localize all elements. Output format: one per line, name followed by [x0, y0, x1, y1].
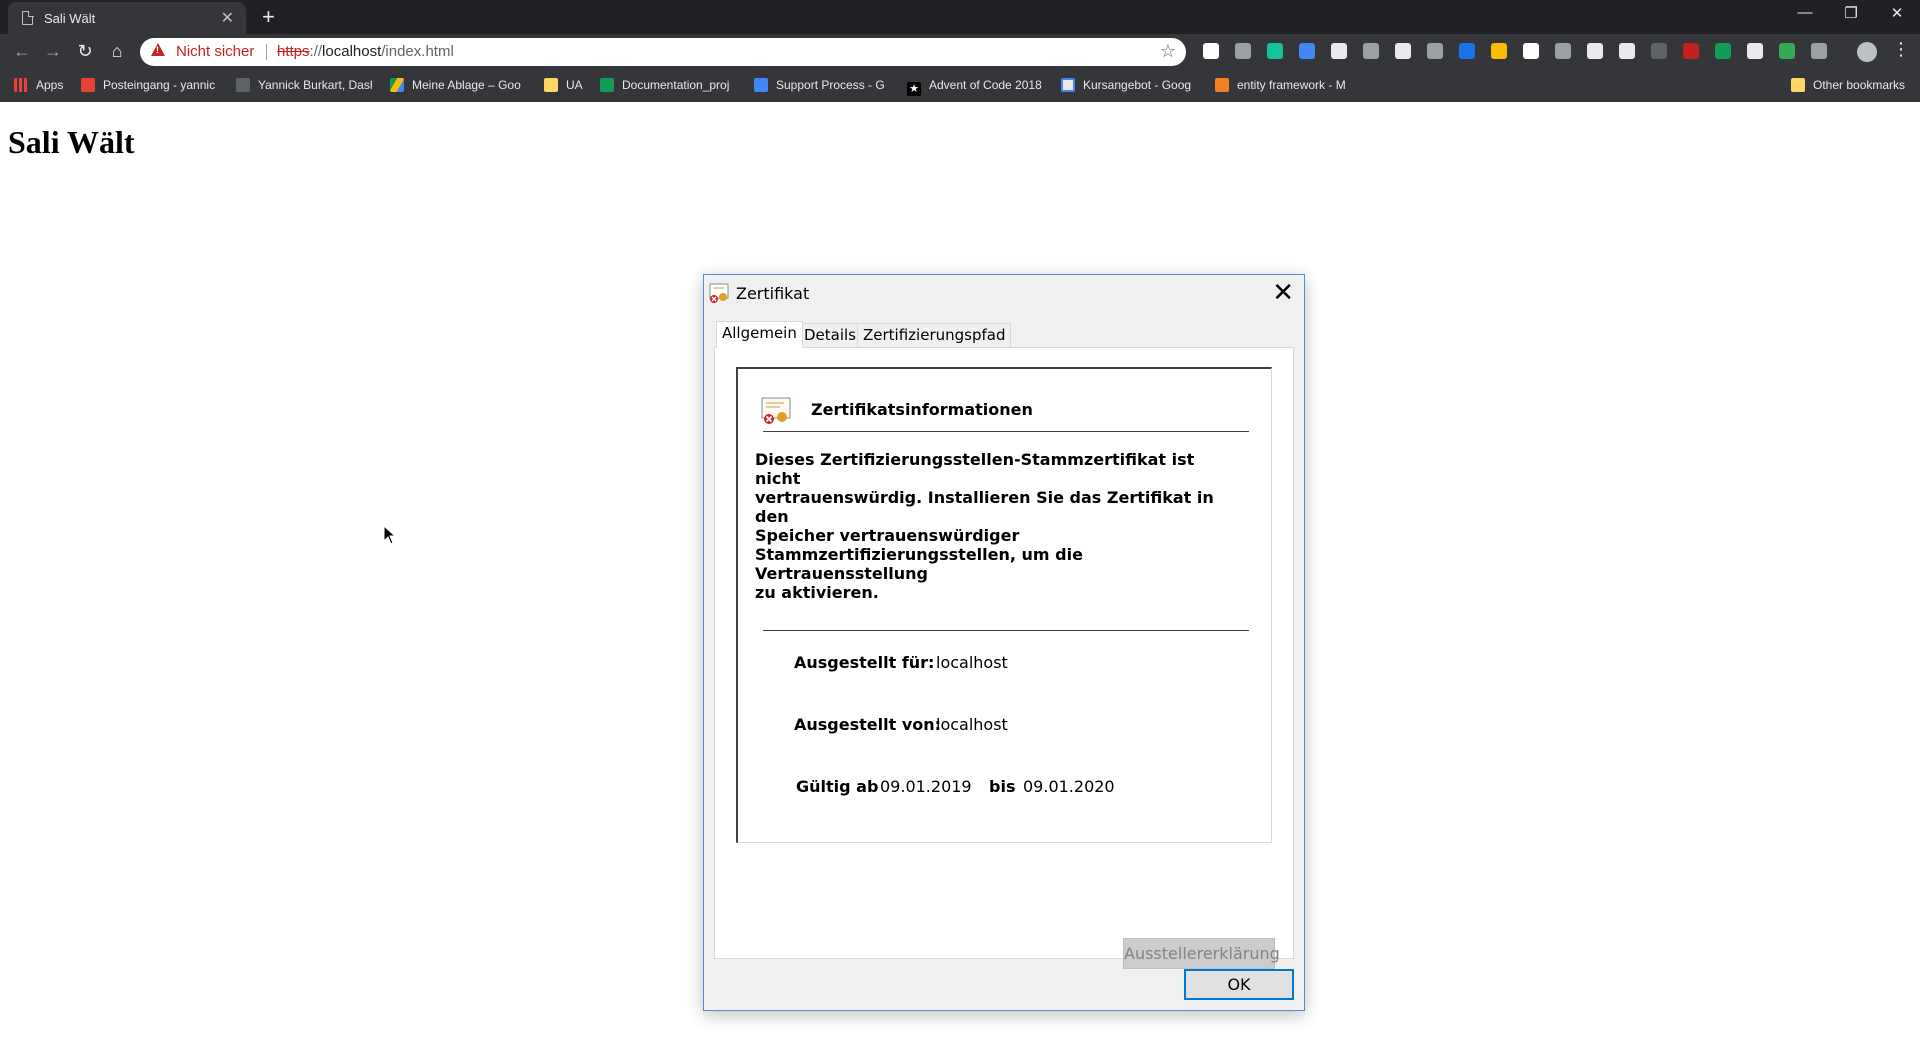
- extension-icon[interactable]: [1555, 43, 1571, 59]
- sheets-icon: [600, 78, 614, 92]
- extension-icon[interactable]: [1427, 43, 1443, 59]
- menu-icon[interactable]: ⋮: [1892, 39, 1910, 60]
- message-line: Dieses Zertifizierungsstellen-Stammzerti…: [755, 450, 1195, 488]
- tab-details[interactable]: Details: [798, 323, 863, 347]
- issued-by-value: localhost: [936, 715, 1008, 734]
- omnibox-divider: [266, 44, 267, 60]
- valid-to-label: bis: [989, 777, 1016, 796]
- page-heading: Sali Wält: [8, 124, 135, 160]
- issued-to-value: localhost: [936, 653, 1008, 672]
- extension-icon[interactable]: [1299, 43, 1315, 59]
- extension-icon[interactable]: [1811, 43, 1827, 59]
- divider: [763, 630, 1249, 631]
- bookmark-support-process[interactable]: Support Process - G: [754, 78, 890, 92]
- tab-panel-allgemein: Zertifikatsinformationen Dieses Zertifiz…: [714, 347, 1294, 969]
- tab-title: Sali Wält: [44, 11, 96, 26]
- profile-avatar-icon[interactable]: [1857, 42, 1877, 62]
- reload-icon[interactable]: ↻: [73, 41, 97, 62]
- extension-icon[interactable]: [1747, 43, 1763, 59]
- bookmarks-bar: Apps Posteingang - yannic Yannick Burkar…: [0, 70, 1920, 102]
- extension-icon[interactable]: [1779, 43, 1795, 59]
- certificate-dialog: Zertifikat ✕ Allgemein Details Zertifizi…: [703, 274, 1305, 1011]
- back-icon[interactable]: ←: [10, 41, 34, 62]
- url-text[interactable]: https://localhost/index.html: [277, 43, 454, 60]
- forward-icon[interactable]: →: [41, 41, 65, 62]
- bookmark-drive[interactable]: Meine Ablage – Goo: [390, 78, 526, 92]
- valid-from-value: 09.01.2019: [880, 777, 972, 796]
- address-bar[interactable]: ! Nicht sicher https://localhost/index.h…: [140, 38, 1186, 66]
- extension-icon[interactable]: [1459, 43, 1475, 59]
- bookmark-dashboard[interactable]: Yannick Burkart, Dash: [236, 78, 372, 92]
- tab-close-icon[interactable]: ✕: [221, 8, 234, 28]
- issued-to-label: Ausgestellt für:: [794, 653, 935, 672]
- home-icon[interactable]: ⌂: [105, 41, 129, 62]
- tab-zertifizierungspfad[interactable]: Zertifizierungspfad: [857, 323, 1012, 347]
- bookmark-ua[interactable]: UA: [544, 78, 583, 92]
- dialog-title: Zertifikat: [736, 284, 810, 303]
- extension-icon[interactable]: [1715, 43, 1731, 59]
- dialog-close-icon[interactable]: ✕: [1272, 278, 1294, 308]
- extension-icon[interactable]: [1619, 43, 1635, 59]
- dashboard-icon: [236, 78, 250, 92]
- url-separator: ://: [309, 43, 323, 60]
- minimize-icon[interactable]: —: [1782, 4, 1828, 21]
- docs-icon: [754, 78, 768, 92]
- message-line: Speicher vertrauenswürdiger: [755, 526, 1020, 545]
- url-host: localhost: [322, 43, 382, 60]
- google-drive-icon: [390, 78, 404, 92]
- message-line: Stammzertifizierungsstellen, um die Vert…: [755, 545, 1083, 583]
- extension-icon[interactable]: [1491, 43, 1507, 59]
- url-path: /index.html: [381, 43, 454, 60]
- bookmark-apps[interactable]: Apps: [14, 78, 63, 92]
- issued-by-label: Ausgestellt von:: [794, 715, 942, 734]
- extension-icon[interactable]: [1395, 43, 1411, 59]
- tab-strip: Sali Wält ✕ + — ❐ ✕: [0, 0, 1920, 34]
- new-tab-button[interactable]: +: [262, 4, 275, 30]
- divider: [763, 431, 1249, 432]
- ok-button[interactable]: OK: [1184, 969, 1294, 1000]
- bookmark-star-icon[interactable]: ☆: [1160, 41, 1176, 62]
- url-scheme: https: [277, 43, 310, 60]
- gmail-icon: [81, 78, 95, 92]
- extension-icon[interactable]: [1523, 43, 1539, 59]
- valid-from-label: Gültig ab: [796, 777, 879, 796]
- page-icon: [22, 10, 34, 25]
- info-heading: Zertifikatsinformationen: [811, 400, 1033, 419]
- apps-grid-icon: [14, 78, 28, 92]
- certificate-info-box: Zertifikatsinformationen Dieses Zertifiz…: [736, 367, 1272, 843]
- folder-icon: [544, 78, 558, 92]
- extension-icon[interactable]: [1683, 43, 1699, 59]
- extension-icon[interactable]: [1587, 43, 1603, 59]
- bookmark-gmail[interactable]: Posteingang - yannic: [81, 78, 217, 92]
- calendar-icon: [1061, 78, 1075, 92]
- bookmark-kursangebot[interactable]: Kursangebot - Goog: [1061, 78, 1197, 92]
- extension-icon[interactable]: [1331, 43, 1347, 59]
- extension-icon[interactable]: [1203, 43, 1219, 59]
- bookmark-documentation[interactable]: Documentation_proj: [600, 78, 736, 92]
- valid-to-value: 09.01.2020: [1023, 777, 1115, 796]
- warning-icon[interactable]: !: [151, 43, 165, 56]
- window-close-icon[interactable]: ✕: [1874, 4, 1920, 22]
- bookmark-other[interactable]: Other bookmarks: [1791, 78, 1905, 92]
- folder-icon: [1791, 78, 1805, 92]
- certificate-error-icon: [708, 282, 730, 308]
- extension-icon[interactable]: [1235, 43, 1251, 59]
- tab-allgemein[interactable]: Allgemein: [716, 321, 803, 348]
- security-status[interactable]: Nicht sicher: [176, 43, 254, 60]
- browser-tab-active[interactable]: Sali Wält ✕: [8, 2, 246, 34]
- issuer-statement-button[interactable]: Ausstellererklärung: [1123, 938, 1280, 969]
- certificate-error-icon: [760, 396, 792, 430]
- bookmark-advent-of-code[interactable]: ★ Advent of Code 2018: [907, 78, 1059, 96]
- stackoverflow-icon: [1215, 78, 1229, 92]
- star-icon: ★: [907, 82, 921, 96]
- message-line: vertrauenswürdig. Installieren Sie das Z…: [755, 488, 1214, 526]
- restore-icon[interactable]: ❐: [1828, 4, 1874, 22]
- bookmark-entity-framework[interactable]: entity framework - M: [1215, 78, 1351, 92]
- extension-icon[interactable]: [1651, 43, 1667, 59]
- extension-icon[interactable]: [1267, 43, 1283, 59]
- extension-icon[interactable]: [1363, 43, 1379, 59]
- message-line: zu aktivieren.: [755, 583, 879, 602]
- trust-warning-message: Dieses Zertifizierungsstellen-Stammzerti…: [755, 450, 1235, 602]
- browser-toolbar: ← → ↻ ⌂ ! Nicht sicher https://localhost…: [0, 34, 1920, 70]
